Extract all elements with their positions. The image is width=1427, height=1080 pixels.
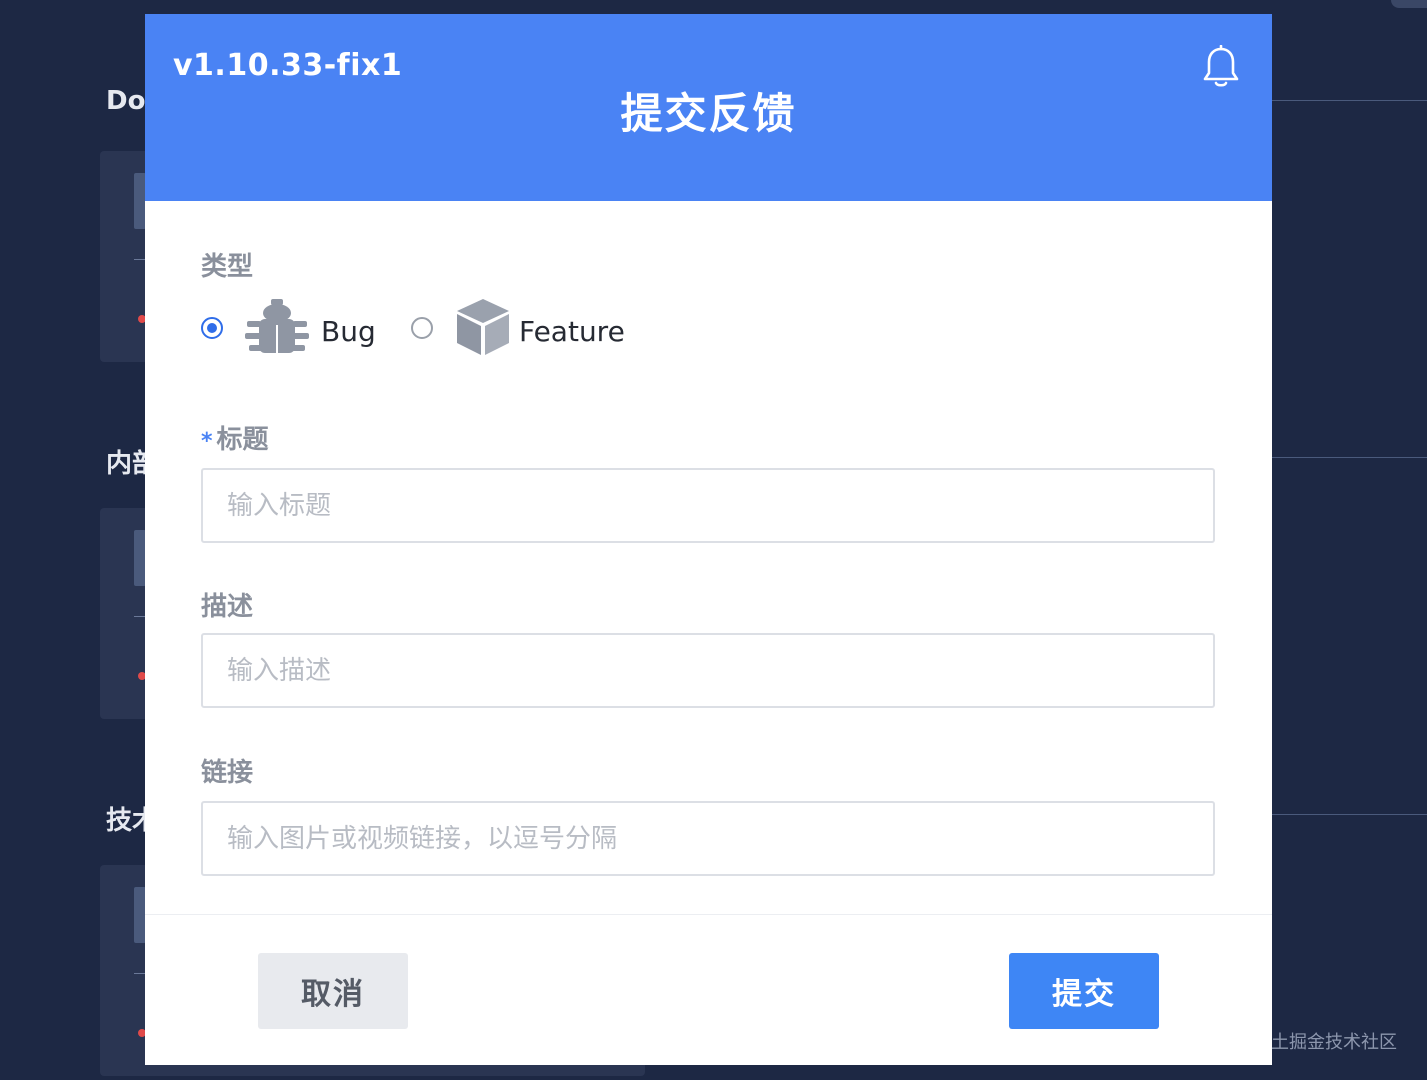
bug-option-label: Bug [321,315,376,348]
feature-radio[interactable] [411,317,433,339]
dialog-header: v1.10.33-fix1 提交反馈 [145,14,1272,201]
background-divider [1272,100,1427,101]
title-field-label-text: 标题 [216,425,269,455]
title-input[interactable] [201,468,1215,543]
feature-option-label: Feature [519,315,625,348]
type-label: 类型 [201,252,254,282]
background-corner-tab [1391,0,1427,8]
dialog-title: 提交反馈 [620,89,797,138]
background-divider [1272,457,1427,458]
title-field-label: * 标题 [201,419,269,456]
link-input[interactable] [201,801,1215,876]
link-field-label: 链接 [201,758,254,788]
footer-divider [145,914,1272,915]
required-mark: * [201,429,213,454]
bell-icon[interactable] [1201,45,1241,89]
bug-radio[interactable] [201,317,223,339]
description-input[interactable] [201,633,1215,708]
bug-icon [245,299,309,353]
submit-button[interactable]: 提交 [1009,953,1159,1029]
description-field-label: 描述 [201,592,254,622]
background-divider [1272,814,1427,815]
cancel-button[interactable]: 取消 [258,953,408,1029]
type-option-bug[interactable]: Bug [201,297,381,361]
feedback-dialog: v1.10.33-fix1 提交反馈 类型 Bug Feature * 标题 输… [145,14,1272,1065]
cube-icon [457,299,509,355]
type-option-feature[interactable]: Feature [411,297,651,361]
version-label: v1.10.33-fix1 [173,48,403,83]
